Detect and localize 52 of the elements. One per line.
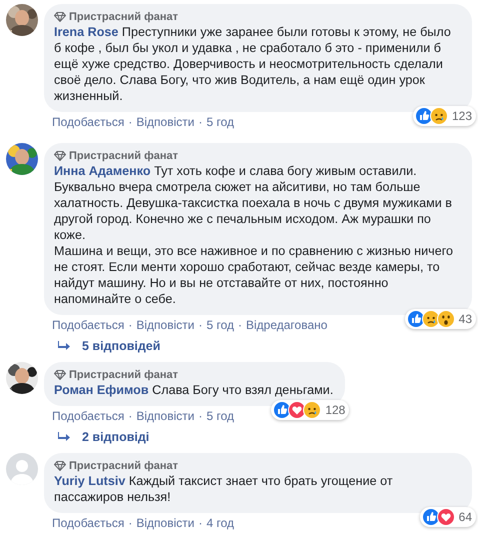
separator-dot: · [128, 408, 132, 424]
action-link[interactable]: Подобається [52, 515, 124, 531]
reactions-pill[interactable]: 128 [271, 400, 350, 420]
view-replies-link[interactable]: 2 відповіді [82, 429, 150, 445]
avatar-icon [6, 453, 38, 485]
author-link[interactable]: Yuriy Lutsiv [54, 474, 126, 488]
timestamp[interactable]: 4 год [206, 515, 234, 531]
reactions-pill[interactable]: 123 [412, 106, 476, 126]
action-link[interactable]: Подобається [52, 317, 124, 333]
diamond-icon [54, 151, 66, 161]
edited-label: Відредаговано [246, 317, 328, 333]
action-link[interactable]: Відповісти [136, 317, 194, 333]
action-link[interactable]: Відповісти [136, 515, 194, 531]
fan-badge-label: Пристрасний фанат [69, 459, 178, 474]
comment-text: Инна Адаменко Тут хоть кофе и слава богу живым оставили. Буквально вчера смотрела сюжет на айситиви, но там больше халатность. Девушка-таксистка поехала в ночь с двумя мужиками в другой город. Конечно же с печальным исходом. Аж мурашки по коже. [54, 163, 454, 243]
separator-dot: · [198, 515, 202, 531]
reactions-pill[interactable]: 64 [420, 507, 476, 527]
reply-arrow-icon [58, 341, 70, 351]
sad-reaction-icon [430, 107, 448, 125]
comment-text: Irena Rose Преступники уже заранее были готовы к этому, не было б кофе , был бы укол и удавка , не сработало б это - применили б ещё хуже средство. Доверчивость и неосмотрительность сделали своё дело. Слава Богу, что жив Водитель, а нам ещё один урок жизненный. [54, 24, 452, 104]
separator-dot: · [198, 114, 202, 130]
wow-reaction-icon [436, 310, 455, 328]
diamond-icon [54, 370, 66, 380]
view-replies-link[interactable]: 5 відповідей [82, 338, 160, 354]
action-link[interactable]: Відповісти [136, 114, 194, 130]
love-reaction-icon [436, 508, 455, 526]
author-link[interactable]: Инна Адаменко [54, 164, 151, 178]
separator-dot: · [128, 114, 132, 130]
author-link[interactable]: Роман Ефимов [54, 383, 149, 397]
separator-dot: · [198, 408, 202, 424]
reply-arrow-icon [58, 432, 70, 442]
fan-badge-label: Пристрасний фанат [69, 149, 178, 164]
action-link[interactable]: Подобається [52, 408, 124, 424]
fan-badge-label: Пристрасний фанат [69, 368, 178, 383]
action-link[interactable]: Подобається [52, 114, 124, 130]
timestamp[interactable]: 5 год [206, 317, 234, 333]
action-link[interactable]: Відповісти [136, 408, 194, 424]
fan-badge-label: Пристрасний фанат [69, 10, 178, 25]
diamond-icon [54, 461, 66, 471]
reactions-pill[interactable]: 43 [404, 309, 476, 329]
comment-text: Yuriy Lutsiv Каждый таксист знает что брать угощение от пассажиров нельзя! [54, 473, 394, 505]
timestamp[interactable]: 5 год [206, 114, 234, 130]
timestamp[interactable]: 5 год [206, 408, 234, 424]
separator-dot: · [128, 317, 132, 333]
author-link[interactable]: Irena Rose [54, 25, 118, 39]
comment-text: Роман Ефимов Слава Богу что взял деньгами. [54, 382, 334, 398]
separator-dot: · [128, 515, 132, 531]
diamond-icon [54, 12, 66, 22]
separator-dot: · [198, 317, 202, 333]
sad-reaction-icon [303, 401, 322, 419]
comment-text: Машина и вещи, это все наживное и по сравнению с жизнью ничего не стоят. Если менти хорошо сработают, сейчас везде камеры, то найдут машину. Но и вы не отставайте от них, постоянно напоминайте о себе. [54, 243, 454, 307]
separator-dot: · [238, 317, 242, 333]
